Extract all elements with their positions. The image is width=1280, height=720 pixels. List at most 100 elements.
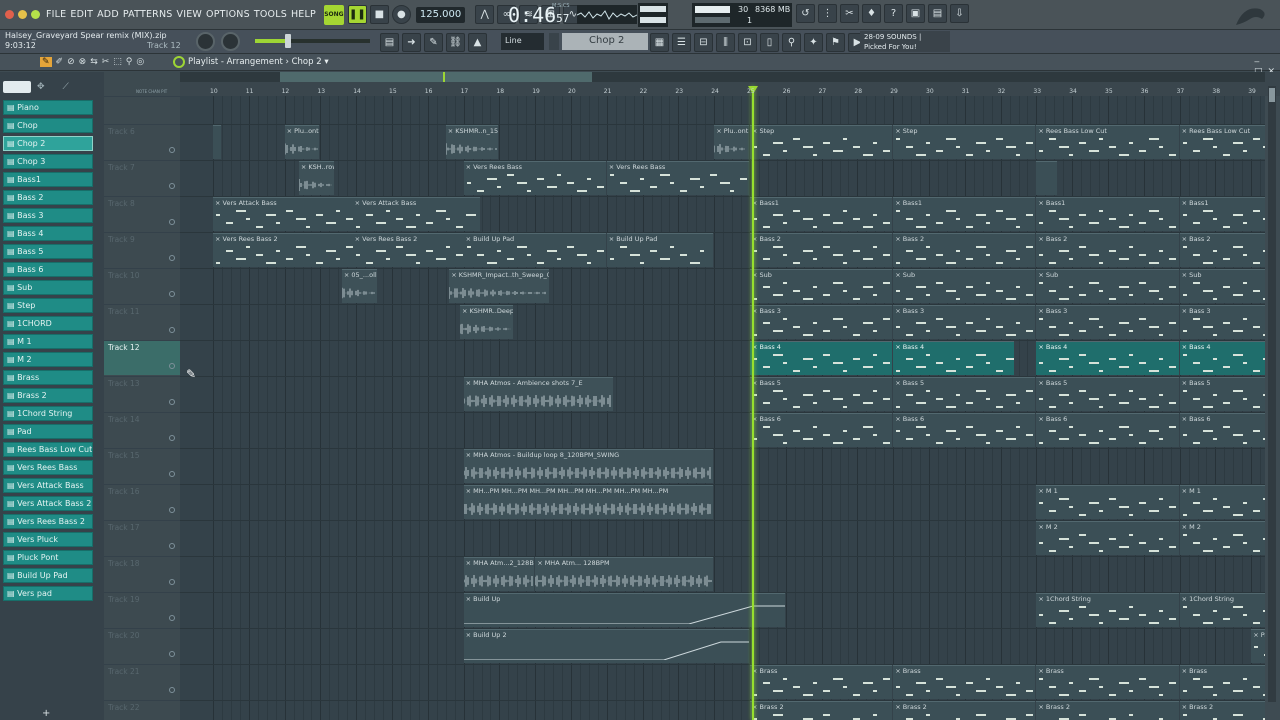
channel-item[interactable]: ▤ Vers Attack Bass xyxy=(3,478,93,493)
playlist-clip[interactable]: × Sub xyxy=(893,269,1036,303)
playlist-clip[interactable]: × Brass 2 xyxy=(893,701,1036,720)
playlist-clip[interactable]: × Build Up Pad xyxy=(463,233,606,267)
help-icon[interactable]: ? xyxy=(884,4,903,23)
channel-item[interactable]: ▤ Vers Rees Bass 2 xyxy=(3,514,93,529)
playlist-clip[interactable]: × Vers Attack Bass xyxy=(352,197,481,231)
playlist-clip[interactable]: × Bass 5 xyxy=(1036,377,1179,411)
stamp-icon[interactable]: ▲ xyxy=(468,33,487,52)
slip-tool-icon[interactable]: ⇆ xyxy=(90,57,98,67)
channel-item[interactable]: ▤ Bass 6 xyxy=(3,262,93,277)
playlist-clip[interactable]: × Bass 2 xyxy=(1179,233,1265,267)
menu-tools[interactable]: TOOLS xyxy=(254,9,287,20)
channel-item[interactable]: ▤ Bass1 xyxy=(3,172,93,187)
channel-item[interactable]: ▤ Pad xyxy=(3,424,93,439)
pause-button[interactable]: ❚❚ xyxy=(347,5,367,24)
playlist-clip[interactable]: × Vers Rees Bass xyxy=(606,161,749,195)
menu-help[interactable]: HELP xyxy=(291,9,316,20)
track-header[interactable]: Track 7 xyxy=(104,160,180,195)
zoom-tool-icon[interactable]: ⚲ xyxy=(126,57,133,67)
playlist-clip[interactable]: × MHA Atmos - Ambience shots 7_E xyxy=(463,377,613,411)
track-header[interactable] xyxy=(104,96,180,124)
track-mute-button[interactable] xyxy=(169,183,175,189)
channel-item[interactable]: ▤ Chop 3 xyxy=(3,154,93,169)
master-pitch-knob[interactable] xyxy=(221,32,240,51)
brush-icon[interactable]: ✎ xyxy=(424,33,443,52)
playlist-clip[interactable]: × Bass1 xyxy=(750,197,893,231)
track-header[interactable]: Track 9 xyxy=(104,232,180,267)
playlist-clip[interactable]: × Brass xyxy=(1179,665,1265,699)
channel-item[interactable]: ▤ Brass xyxy=(3,370,93,385)
menu-options[interactable]: OPTIONS xyxy=(206,9,250,20)
playlist-clip[interactable]: × Bass1 xyxy=(893,197,1036,231)
track-header[interactable]: Track 19 xyxy=(104,592,180,627)
track-header[interactable]: Track 11 xyxy=(104,304,180,339)
playlist-clip[interactable]: × Bass 4 xyxy=(893,341,1014,375)
channel-item[interactable]: ▤ Vers Attack Bass 2 xyxy=(3,496,93,511)
channel-item[interactable]: ▤ Bass 4 xyxy=(3,226,93,241)
menu-add[interactable]: ADD xyxy=(97,9,119,20)
playlist-clip[interactable]: × M 1 xyxy=(1036,485,1179,519)
channel-item[interactable]: ▤ Step xyxy=(3,298,93,313)
playlist-clip[interactable]: × Bass 5 xyxy=(893,377,1036,411)
playlist-clip[interactable]: × KSHMR_Impact..th_Sweep_03 xyxy=(449,269,549,303)
playlist-clip[interactable]: × KSHMR..Deep xyxy=(460,305,513,339)
track-header[interactable]: Track 18 xyxy=(104,556,180,591)
save-icon[interactable]: ▣ xyxy=(906,4,925,23)
playlist-clip[interactable]: × KSHMR..n_15 xyxy=(445,125,499,159)
vertical-scrollbar[interactable] xyxy=(1268,86,1276,702)
overview-visible-range[interactable] xyxy=(280,72,592,82)
minimize-window-button[interactable] xyxy=(18,10,27,19)
channel-item[interactable]: ▤ 1CHORD xyxy=(3,316,93,331)
playlist-clip[interactable]: × Brass xyxy=(1036,665,1179,699)
plugin-picker-icon[interactable]: ⚲ xyxy=(782,33,801,52)
track-mute-button[interactable] xyxy=(169,363,175,369)
track-mute-button[interactable] xyxy=(169,507,175,513)
playlist-clip[interactable]: × Step xyxy=(893,125,1036,159)
channel-item[interactable]: ▤ 1Chord String xyxy=(3,406,93,421)
menu-view[interactable]: VIEW xyxy=(177,9,203,20)
track-mute-button[interactable] xyxy=(169,579,175,585)
playlist-grid[interactable]: × Plu..ont × KSHMR..n_15 × Plu..ont × Step ×… xyxy=(180,96,1265,720)
channel-item[interactable]: ▤ Vers Rees Bass xyxy=(3,460,93,475)
track-mute-button[interactable] xyxy=(169,255,175,261)
cut-tool-icon[interactable]: ✂ xyxy=(840,4,859,23)
undo-icon[interactable]: ↺ xyxy=(796,4,815,23)
touch-keyboard-icon[interactable]: ✦ xyxy=(804,33,823,52)
playlist-clip[interactable]: × Vers Rees Bass 2 xyxy=(213,233,356,267)
track-header[interactable]: Track 6 xyxy=(104,124,180,159)
mute-tool-icon[interactable]: ⊗ xyxy=(79,57,87,67)
track-mute-button[interactable] xyxy=(169,291,175,297)
playlist-clip[interactable]: × Bass 4 xyxy=(1036,341,1179,375)
menu-patterns[interactable]: PATTERNS xyxy=(123,9,173,20)
track-header[interactable]: Track 13 xyxy=(104,376,180,411)
track-header[interactable]: Track 8 xyxy=(104,196,180,231)
playlist-clip[interactable]: × Brass 2 xyxy=(750,701,893,720)
playlist-clip[interactable]: × Brass xyxy=(750,665,893,699)
playlist-clip[interactable]: × Bass1 xyxy=(1179,197,1265,231)
metronome-icon[interactable]: ⋀ xyxy=(475,5,495,24)
channel-item[interactable]: ▤ Vers Pluck xyxy=(3,532,93,547)
snap-arrow-icon[interactable]: ➜ xyxy=(402,33,421,52)
plugin-icon[interactable]: ⊡ xyxy=(738,33,757,52)
playlist-clip[interactable]: × MHA Atm... 128BPM xyxy=(535,557,714,591)
playlist-clip[interactable]: × Sub xyxy=(750,269,893,303)
track-header[interactable]: Track 12 xyxy=(104,340,180,375)
browser-icon[interactable]: ▯ xyxy=(760,33,779,52)
stop-button[interactable]: ■ xyxy=(369,5,389,24)
playlist-icon[interactable]: ▦ xyxy=(650,33,669,52)
playlist-clip[interactable]: × Brass xyxy=(893,665,1036,699)
mixer-window-icon[interactable]: ⫼ xyxy=(716,33,735,52)
playlist-clip[interactable]: × Build Up xyxy=(463,593,785,627)
track-mute-button[interactable] xyxy=(169,471,175,477)
playlist-clip[interactable]: × Bass 2 xyxy=(893,233,1036,267)
channel-item[interactable]: ▤ Chop 2 xyxy=(3,136,93,151)
track-header[interactable]: Track 14 xyxy=(104,412,180,447)
channel-item[interactable]: ▤ Pluck Pont xyxy=(3,550,93,565)
playlist-clip[interactable]: × Bass 3 xyxy=(1179,305,1265,339)
playlist-clip[interactable]: × 1Chord String xyxy=(1179,593,1265,627)
playlist-clip[interactable]: × Build Up 2 xyxy=(463,629,749,663)
link-icon[interactable]: ⛓ xyxy=(446,33,465,52)
tempo-display[interactable]: 125.000 xyxy=(415,6,466,23)
playlist-clip[interactable]: × MHA Atmos - Buildup loop 8_120BPM_SWIN… xyxy=(463,449,714,483)
channel-item[interactable]: ▤ M 2 xyxy=(3,352,93,367)
